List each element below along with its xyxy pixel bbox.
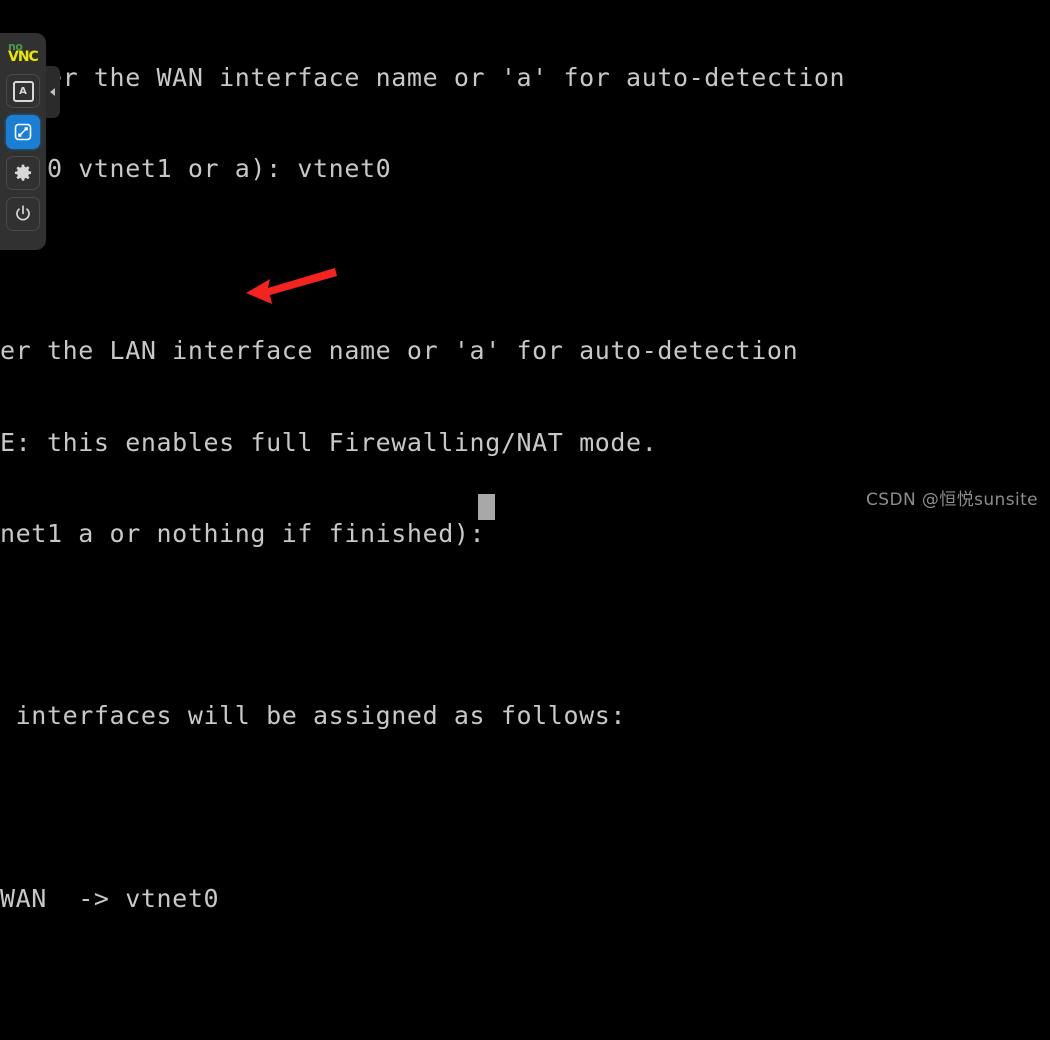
novnc-control-bar[interactable]: no VNC A (0, 33, 46, 250)
fullscreen-icon (14, 123, 32, 141)
terminal-line-wan-assignment: WAN -> vtnet0 (0, 883, 220, 913)
terminal-line: er the LAN interface name or 'a' for aut… (0, 336, 799, 366)
terminal-line: interfaces will be assigned as follows: (0, 701, 627, 731)
power-button[interactable] (6, 197, 40, 231)
terminal-line: Enter the WAN interface name or 'a' for … (0, 62, 846, 92)
terminal-line: E: this enables full Firewalling/NAT mod… (0, 427, 658, 457)
keyboard-button[interactable]: A (6, 74, 40, 108)
terminal-screen[interactable]: Enter the WAN interface name or 'a' for … (0, 0, 1050, 913)
watermark: CSDN @恒悦sunsite (866, 490, 1038, 510)
terminal-line: net1 a or nothing if finished): (0, 518, 486, 548)
novnc-logo-vnc: VNC (8, 48, 39, 65)
novnc-collapse-handle[interactable] (46, 66, 60, 118)
keyboard-icon: A (12, 80, 34, 102)
terminal-line: net0 vtnet1 or a): vtnet0 (0, 154, 392, 184)
gear-icon (14, 164, 32, 181)
novnc-logo: no VNC (3, 37, 43, 67)
chevron-left-icon (49, 88, 55, 96)
block-cursor (478, 494, 495, 520)
fullscreen-button[interactable] (6, 115, 40, 149)
power-icon (16, 205, 30, 221)
settings-button[interactable] (6, 156, 40, 190)
